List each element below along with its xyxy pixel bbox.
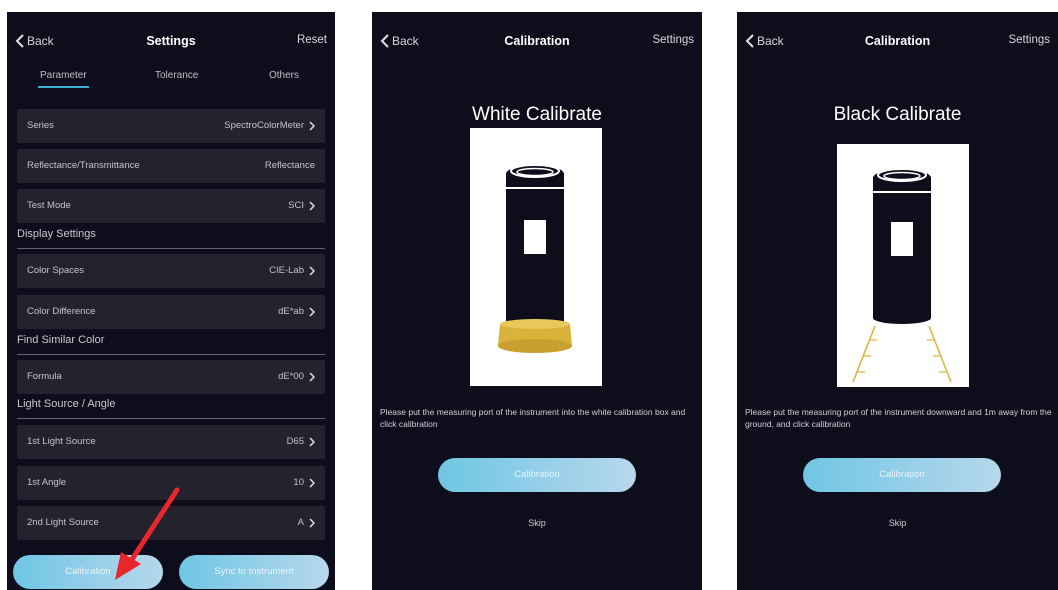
settings-button[interactable]: Settings (652, 34, 694, 46)
chevron-right-icon (309, 120, 315, 131)
instrument-pointing-down-illustration (852, 168, 952, 383)
chevron-left-icon (745, 34, 754, 48)
row-label: Color Spaces (27, 265, 85, 276)
section-display-settings: Display Settings (17, 228, 325, 249)
back-button[interactable]: Back (745, 34, 784, 48)
row-label: Test Mode (27, 200, 71, 211)
chevron-right-icon (309, 306, 315, 317)
row-value: SpectroColorMeter (224, 120, 304, 131)
settings-tabs: Parameter Tolerance Others (7, 70, 335, 92)
calibration-button[interactable]: Calibration (803, 458, 1001, 492)
row-value: 10 (293, 477, 304, 488)
chevron-right-icon (309, 477, 315, 488)
back-label: Back (757, 34, 784, 48)
chevron-right-icon (309, 436, 315, 447)
row-1st-light-source[interactable]: 1st Light Source D65 (17, 425, 325, 459)
instrument-in-white-box-illustration (498, 164, 572, 353)
row-color-difference[interactable]: Color Difference dE*ab (17, 295, 325, 329)
chevron-right-icon (309, 371, 315, 382)
white-calibration-illustration (470, 128, 602, 386)
red-arrow-icon (115, 487, 180, 580)
chevron-right-icon (309, 517, 315, 528)
row-label: Color Difference (27, 306, 96, 317)
tab-others[interactable]: Others (269, 70, 299, 81)
row-label: 1st Angle (27, 477, 67, 488)
page-title: Settings (146, 34, 196, 48)
settings-screen: Back Settings Reset Parameter Tolerance … (7, 12, 335, 590)
row-test-mode[interactable]: Test Mode SCI (17, 189, 325, 223)
skip-link[interactable]: Skip (737, 518, 1058, 528)
chevron-right-icon (309, 200, 315, 211)
black-calibration-illustration (837, 144, 969, 387)
calibration-instruction: Please put the measuring port of the ins… (380, 407, 686, 429)
back-label: Back (27, 34, 54, 48)
calibration-button[interactable]: Calibration (438, 458, 636, 492)
back-button[interactable]: Back (380, 34, 419, 48)
calibration-header: Back Calibration Settings (737, 34, 1058, 54)
row-value: A (297, 517, 304, 528)
chevron-left-icon (380, 34, 389, 48)
settings-button[interactable]: Settings (1008, 34, 1050, 46)
row-value: dE*ab (278, 306, 304, 317)
row-color-spaces[interactable]: Color Spaces CIE-Lab (17, 254, 325, 288)
black-calibration-screen: Back Calibration Settings Black Calibrat… (737, 12, 1058, 590)
skip-link[interactable]: Skip (372, 518, 702, 528)
row-value: CIE-Lab (269, 265, 304, 276)
sync-to-instrument-button[interactable]: Sync to Instrument (179, 555, 329, 589)
chevron-left-icon (15, 34, 24, 48)
calibration-header: Back Calibration Settings (372, 34, 702, 54)
calibration-heading: White Calibrate (472, 104, 602, 125)
row-value: D65 (286, 436, 304, 447)
section-find-similar-color: Find Similar Color (17, 334, 325, 355)
chevron-right-icon (309, 265, 315, 276)
row-value: Reflectance (264, 160, 315, 171)
reset-button[interactable]: Reset (297, 34, 327, 46)
row-reflectance[interactable]: Reflectance/Transmittance Reflectance (17, 149, 325, 183)
back-button[interactable]: Back (15, 34, 54, 48)
white-calibration-screen: Back Calibration Settings White Calibrat… (372, 12, 702, 590)
calibration-heading: Black Calibrate (833, 104, 962, 125)
row-formula[interactable]: Formula dE*00 (17, 360, 325, 394)
row-series[interactable]: Series SpectroColorMeter (17, 109, 325, 143)
row-label: Reflectance/Transmittance (27, 160, 140, 171)
tab-tolerance[interactable]: Tolerance (155, 70, 198, 81)
row-label: 1st Light Source (27, 436, 96, 447)
row-label: Series (27, 120, 54, 131)
calibration-instruction: Please put the measuring port of the ins… (745, 407, 1052, 429)
row-label: 2nd Light Source (27, 517, 99, 528)
settings-header: Back Settings Reset (7, 34, 335, 54)
section-light-source-angle: Light Source / Angle (17, 398, 325, 419)
row-value: dE*00 (278, 371, 304, 382)
back-label: Back (392, 34, 419, 48)
tab-parameter[interactable]: Parameter (38, 70, 89, 88)
row-label: Formula (27, 371, 62, 382)
row-value: SCI (288, 200, 304, 211)
